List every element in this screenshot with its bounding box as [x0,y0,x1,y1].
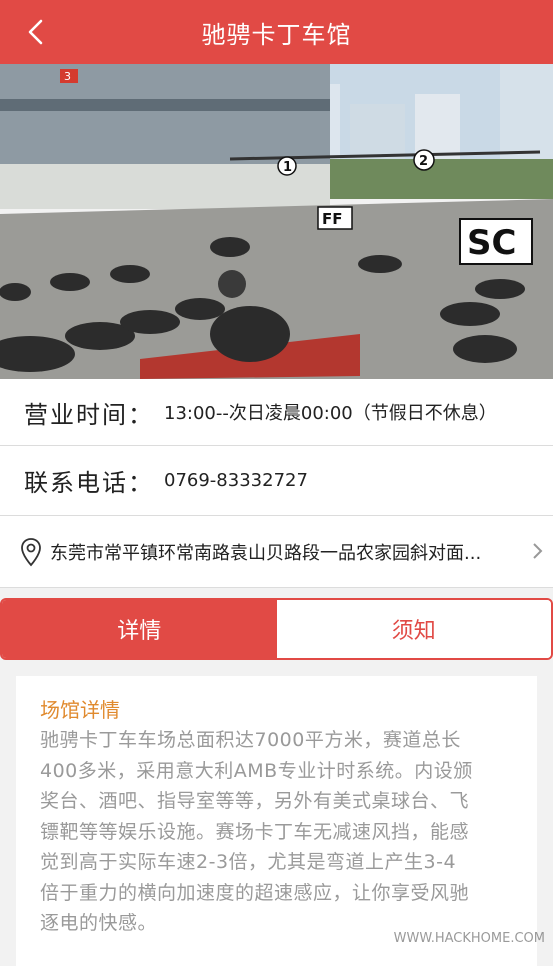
chevron-right-icon [531,542,543,560]
details-line: 倍于重力的横向加速度的超速感应，让你享受风驰 [40,878,515,909]
hours-label: 营业时间： [24,395,154,430]
address-row[interactable]: 东莞市常平镇环常南路袁山贝路段一品农家园斜对面... [0,516,553,588]
watermark: WWW.HACKHOME.COM [394,931,545,946]
phone-label: 联系电话： [24,463,154,498]
page-title: 驰骋卡丁车馆 [202,15,352,50]
details-line: 驰骋卡丁车车场总面积达7000平方米，赛道总长 [40,725,515,756]
details-line: 奖台、酒吧、指导室等等，另外有美式桌球台、飞 [40,786,515,817]
sign-ff: FF [322,210,343,228]
business-hours-row: 营业时间： 13:00--次日凌晨00:00（节假日不休息） [0,379,553,446]
location-pin-icon [20,537,42,567]
tab-notice[interactable]: 须知 [277,600,552,658]
tab-details[interactable]: 详情 [2,600,277,658]
tab-bar: 详情 须知 [0,598,553,660]
chevron-left-icon [25,18,47,46]
sign-sc: SC [467,223,516,263]
top-bar: 驰骋卡丁车馆 [0,0,553,64]
address-value: 东莞市常平镇环常南路袁山贝路段一品农家园斜对面... [50,539,528,565]
back-button[interactable] [18,14,54,50]
hours-value: 13:00--次日凌晨00:00（节假日不休息） [164,399,497,425]
venue-details-card: 场馆详情 驰骋卡丁车车场总面积达7000平方米，赛道总长 400多米，采用意大利… [16,676,537,966]
details-line: 镖靶等等娱乐设施。赛场卡丁车无减速风挡，能感 [40,817,515,848]
details-body: 驰骋卡丁车车场总面积达7000平方米，赛道总长 400多米，采用意大利AMB专业… [40,725,515,939]
gate-number-1: 1 [283,160,292,175]
venue-photo: 3 SC FF 1 2 [0,64,553,379]
phone-value[interactable]: 0769-83332727 [164,470,308,491]
building-number: 3 [64,70,71,83]
details-title: 场馆详情 [40,694,515,723]
phone-row[interactable]: 联系电话： 0769-83332727 [0,446,553,516]
details-line: 400多米，采用意大利AMB专业计时系统。内设颁 [40,756,515,787]
details-line: 觉到高于实际车速2-3倍，尤其是弯道上产生3-4 [40,847,515,878]
gate-number-2: 2 [419,154,428,169]
